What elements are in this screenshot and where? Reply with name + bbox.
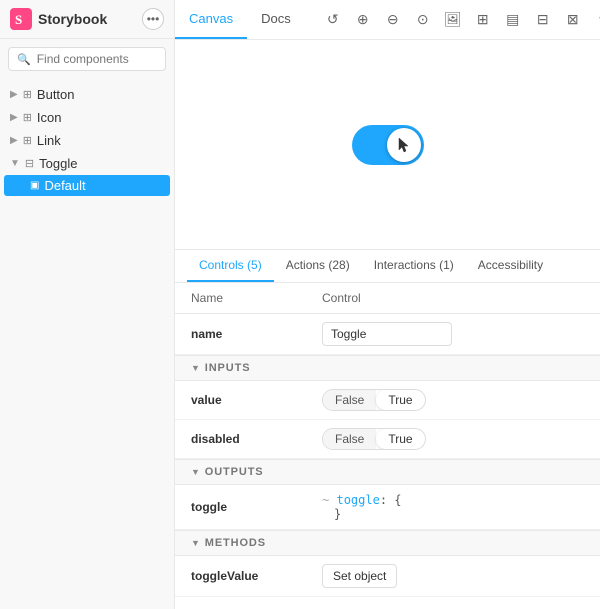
sidebar-more-button[interactable]: •••	[142, 8, 164, 30]
code-close: }	[322, 507, 341, 521]
layout-icon[interactable]: ⊠	[561, 8, 585, 32]
control-row-toggle-output: toggle ~ toggle: { }	[175, 485, 600, 530]
code-prop-name: toggle	[336, 493, 379, 507]
name-input[interactable]	[322, 322, 452, 346]
grid-icon[interactable]: ⊞	[471, 8, 495, 32]
value-true-btn[interactable]: True	[376, 390, 424, 410]
expand-icon: ▶	[10, 112, 18, 123]
search-bar: 🔍 /	[8, 47, 166, 71]
section-inputs-label: INPUTS	[205, 362, 251, 374]
ctrl-control-disabled: False True	[322, 428, 584, 450]
help-icon[interactable]: ?	[591, 8, 600, 32]
sidebar: S Storybook ••• 🔍 / ▶ ⊞ Button ▶ ⊞ Icon …	[0, 0, 175, 609]
sidebar-item-icon[interactable]: ▶ ⊞ Icon	[0, 106, 174, 129]
nav-items: ▶ ⊞ Button ▶ ⊞ Icon ▶ ⊞ Link ▼ ⊟ Toggle …	[0, 79, 174, 609]
canvas-area	[175, 40, 600, 250]
zoom-reset-icon[interactable]: ⊙	[411, 8, 435, 32]
component-icon: ⊟	[25, 157, 34, 170]
value-false-btn[interactable]: False	[323, 390, 376, 410]
code-value-toggle: ~ toggle: { }	[322, 493, 584, 521]
toolbar-icons: ↺ ⊕ ⊖ ⊙ 🖼 ⊞ ▤ ⊟ ⊠ ?	[313, 8, 600, 32]
control-row-value: value False True	[175, 381, 600, 420]
value-bool-toggle: False True	[322, 389, 426, 411]
header-control: Control	[322, 291, 584, 305]
ctrl-label-toggle-output: toggle	[191, 500, 322, 514]
component-icon: ⊞	[23, 88, 32, 101]
tab-controls[interactable]: Controls (5)	[187, 250, 274, 282]
sidebar-item-toggle-default[interactable]: ▣ Default	[4, 175, 170, 196]
code-suffix: : {	[380, 493, 402, 507]
sidebar-item-toggle[interactable]: ▼ ⊟ Toggle	[0, 152, 174, 175]
sidebar-item-label: Link	[37, 133, 61, 148]
ctrl-value-name	[322, 322, 584, 346]
sidebar-subitem-label: Default	[44, 178, 85, 193]
storybook-logo-icon: S	[10, 8, 32, 30]
disabled-bool-toggle: False True	[322, 428, 426, 450]
sidebar-item-label: Toggle	[39, 156, 77, 171]
tab-canvas[interactable]: Canvas	[175, 0, 247, 39]
control-row-name: name	[175, 314, 600, 355]
image-icon[interactable]: 🖼	[441, 8, 465, 32]
section-outputs-label: OUTPUTS	[205, 466, 264, 478]
toolbar: Canvas Docs ↺ ⊕ ⊖ ⊙ 🖼 ⊞ ▤ ⊟ ⊠ ?	[175, 0, 600, 40]
sidebar-header: S Storybook •••	[0, 0, 174, 39]
ctrl-label-value: value	[191, 393, 322, 407]
tab-accessibility[interactable]: Accessibility	[466, 250, 555, 282]
tab-interactions[interactable]: Interactions (1)	[362, 250, 466, 282]
ctrl-label-name: name	[191, 327, 322, 341]
section-methods-label: METHODS	[205, 537, 266, 549]
control-row-disabled: disabled False True	[175, 420, 600, 459]
disabled-true-btn[interactable]: True	[376, 429, 424, 449]
reload-icon[interactable]: ↺	[321, 8, 345, 32]
control-row-togglevalue: toggleValue Set object	[175, 556, 600, 597]
zoom-in-icon[interactable]: ⊕	[351, 8, 375, 32]
component-icon: ⊞	[23, 134, 32, 147]
expand-icon: ▶	[10, 135, 18, 146]
ctrl-control-togglevalue: Set object	[322, 564, 584, 588]
sidebar-toggle-icon[interactable]: ▤	[501, 8, 525, 32]
section-chevron-icon[interactable]: ▼	[191, 467, 201, 477]
ctrl-control-value: False True	[322, 389, 584, 411]
header-name: Name	[191, 291, 322, 305]
set-object-button[interactable]: Set object	[322, 564, 397, 588]
section-chevron-icon[interactable]: ▼	[191, 363, 201, 373]
toggle-knob	[387, 128, 421, 162]
section-chevron-icon[interactable]: ▼	[191, 538, 201, 548]
controls-table-header: Name Control	[175, 283, 600, 314]
sidebar-logo: S Storybook	[10, 8, 107, 30]
columns-icon[interactable]: ⊟	[531, 8, 555, 32]
search-icon: 🔍	[17, 53, 31, 66]
tab-docs[interactable]: Docs	[247, 0, 305, 39]
sidebar-item-button[interactable]: ▶ ⊞ Button	[0, 83, 174, 106]
controls-tabs: Controls (5) Actions (28) Interactions (…	[175, 250, 600, 283]
expand-icon: ▼	[10, 158, 20, 169]
ctrl-code-toggle: ~ toggle: { }	[322, 493, 584, 521]
main-content: Canvas Docs ↺ ⊕ ⊖ ⊙ 🖼 ⊞ ▤ ⊟ ⊠ ?	[175, 0, 600, 609]
story-icon: ▣	[30, 180, 39, 191]
ctrl-label-disabled: disabled	[191, 432, 322, 446]
ctrl-label-togglevalue: toggleValue	[191, 569, 322, 583]
toggle-preview[interactable]	[352, 125, 424, 165]
section-inputs: ▼ INPUTS	[175, 355, 600, 381]
section-outputs: ▼ OUTPUTS	[175, 459, 600, 485]
svg-text:S: S	[15, 12, 22, 27]
disabled-false-btn[interactable]: False	[323, 429, 376, 449]
tab-actions[interactable]: Actions (28)	[274, 250, 362, 282]
controls-panel: Controls (5) Actions (28) Interactions (…	[175, 250, 600, 609]
sidebar-item-label: Button	[37, 87, 75, 102]
section-methods: ▼ METHODS	[175, 530, 600, 556]
sidebar-item-link[interactable]: ▶ ⊞ Link	[0, 129, 174, 152]
sidebar-item-label: Icon	[37, 110, 62, 125]
expand-icon: ▶	[10, 89, 18, 100]
search-input[interactable]	[37, 52, 192, 66]
sidebar-title: Storybook	[38, 11, 107, 27]
cursor-pointer-icon	[397, 136, 411, 154]
component-icon: ⊞	[23, 111, 32, 124]
zoom-out-icon[interactable]: ⊖	[381, 8, 405, 32]
